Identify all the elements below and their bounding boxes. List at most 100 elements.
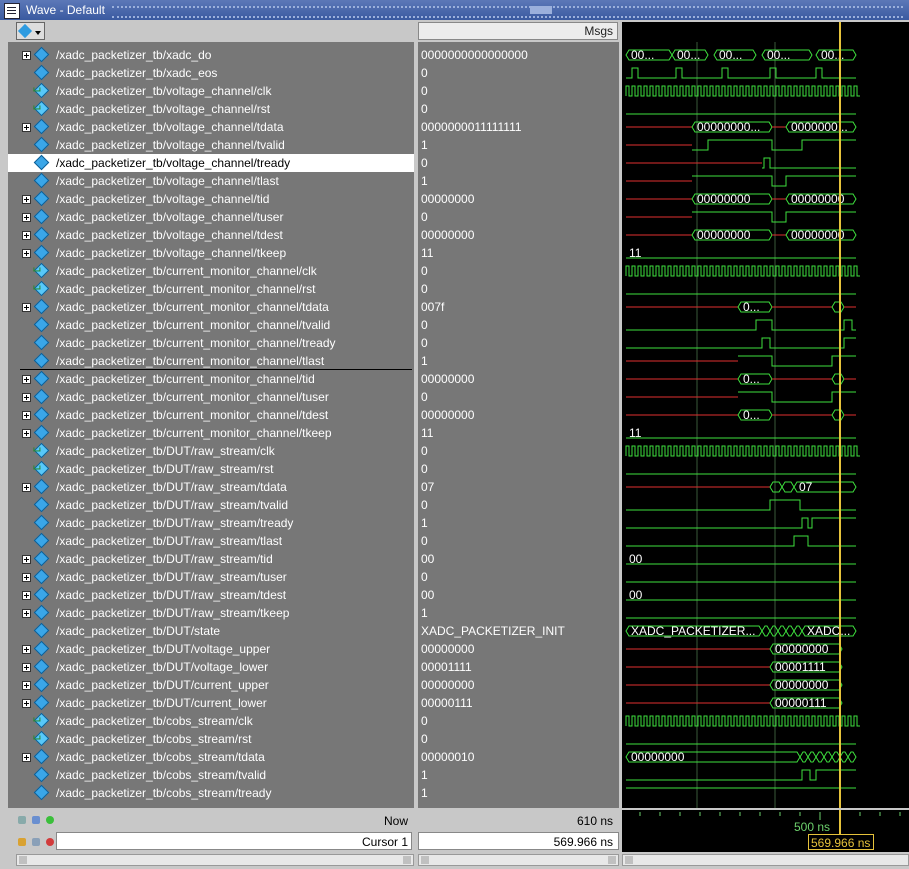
expand-icon[interactable] — [22, 681, 31, 690]
signal-value[interactable]: 0 — [418, 532, 619, 550]
expand-icon[interactable] — [22, 51, 31, 60]
expand-icon[interactable] — [22, 483, 31, 492]
signal-value[interactable]: 07 — [418, 478, 619, 496]
signal-row[interactable]: /xadc_packetizer_tb/DUT/voltage_upper — [8, 640, 414, 658]
scroll-left-icon[interactable] — [625, 856, 633, 864]
remove-cursor-icon[interactable] — [46, 838, 54, 846]
values-column-header[interactable]: Msgs — [418, 22, 618, 40]
expand-icon[interactable] — [22, 123, 31, 132]
signal-value[interactable]: 0 — [418, 496, 619, 514]
expand-icon[interactable] — [22, 411, 31, 420]
signal-row[interactable]: /xadc_packetizer_tb/current_monitor_chan… — [8, 262, 414, 280]
signal-row[interactable]: /xadc_packetizer_tb/DUT/raw_stream/tkeep — [8, 604, 414, 622]
zoom-icon[interactable] — [18, 816, 26, 824]
signal-row[interactable]: /xadc_packetizer_tb/DUT/state — [8, 622, 414, 640]
signal-row[interactable]: /xadc_packetizer_tb/xadc_eos — [8, 64, 414, 82]
time-ruler[interactable]: 500 ns 569.966 ns — [622, 810, 909, 852]
expand-icon[interactable] — [22, 555, 31, 564]
signal-value[interactable]: 11 — [418, 244, 619, 262]
signal-value[interactable]: 0 — [418, 442, 619, 460]
signal-row[interactable]: /xadc_packetizer_tb/current_monitor_chan… — [8, 424, 414, 442]
signal-row[interactable]: /xadc_packetizer_tb/current_monitor_chan… — [8, 334, 414, 352]
lock-icon[interactable] — [18, 838, 26, 846]
signal-value[interactable]: 1 — [418, 514, 619, 532]
edit-icon[interactable] — [32, 816, 40, 824]
signal-row[interactable]: /xadc_packetizer_tb/DUT/raw_stream/tread… — [8, 514, 414, 532]
signal-row[interactable]: /xadc_packetizer_tb/xadc_do — [8, 46, 414, 64]
signal-row[interactable]: /xadc_packetizer_tb/DUT/raw_stream/clk — [8, 442, 414, 460]
signal-value[interactable]: 0 — [418, 568, 619, 586]
signal-value[interactable]: 1 — [418, 352, 619, 370]
signal-row[interactable]: /xadc_packetizer_tb/voltage_channel/tid — [8, 190, 414, 208]
wave-scrollbar[interactable] — [622, 854, 909, 866]
signal-row[interactable]: /xadc_packetizer_tb/cobs_stream/rst — [8, 730, 414, 748]
signal-value[interactable]: 0 — [418, 82, 619, 100]
signal-row[interactable]: /xadc_packetizer_tb/DUT/current_lower — [8, 694, 414, 712]
expand-icon[interactable] — [22, 699, 31, 708]
add-cursor-icon[interactable] — [46, 816, 54, 824]
signal-value[interactable]: 00000000 — [418, 640, 619, 658]
signal-row[interactable]: /xadc_packetizer_tb/voltage_channel/clk — [8, 82, 414, 100]
waveform-pane[interactable]: 00... 00... 00... 00... 00... 00000000... 0000… — [622, 22, 909, 808]
signal-value[interactable]: 00 — [418, 586, 619, 604]
signal-value[interactable]: 1 — [418, 604, 619, 622]
signal-value[interactable]: 0000000000000000 — [418, 46, 619, 64]
signal-row[interactable]: /xadc_packetizer_tb/voltage_channel/tkee… — [8, 244, 414, 262]
signal-row[interactable]: /xadc_packetizer_tb/current_monitor_chan… — [8, 370, 414, 388]
signal-value[interactable]: 00000000 — [418, 676, 619, 694]
signal-row[interactable]: /xadc_packetizer_tb/current_monitor_chan… — [8, 280, 414, 298]
signal-row[interactable]: /xadc_packetizer_tb/voltage_channel/tval… — [8, 136, 414, 154]
signal-row[interactable]: /xadc_packetizer_tb/cobs_stream/tready — [8, 784, 414, 802]
expand-icon[interactable] — [22, 195, 31, 204]
signal-row[interactable]: /xadc_packetizer_tb/voltage_channel/tdat… — [8, 118, 414, 136]
values-scrollbar[interactable] — [418, 854, 619, 866]
signal-row[interactable]: /xadc_packetizer_tb/current_monitor_chan… — [8, 316, 414, 334]
signal-value[interactable]: 0 — [418, 262, 619, 280]
signal-value[interactable]: 00000111 — [418, 694, 619, 712]
wave-tools-dropdown-button[interactable] — [16, 22, 45, 40]
expand-icon[interactable] — [22, 249, 31, 258]
expand-icon[interactable] — [22, 753, 31, 762]
signal-row[interactable]: /xadc_packetizer_tb/cobs_stream/tdata — [8, 748, 414, 766]
signal-value[interactable]: 0 — [418, 730, 619, 748]
signal-row[interactable]: /xadc_packetizer_tb/voltage_channel/tdes… — [8, 226, 414, 244]
title-bar[interactable]: Wave - Default — [0, 0, 909, 20]
signal-value[interactable]: 00000000 — [418, 370, 619, 388]
scroll-left-icon[interactable] — [421, 856, 429, 864]
signal-value[interactable]: 0 — [418, 316, 619, 334]
scroll-left-icon[interactable] — [19, 856, 27, 864]
signal-row[interactable]: /xadc_packetizer_tb/cobs_stream/tvalid — [8, 766, 414, 784]
signal-value[interactable]: 00000010 — [418, 748, 619, 766]
expand-icon[interactable] — [22, 375, 31, 384]
signal-value[interactable]: 00 — [418, 550, 619, 568]
signal-value[interactable]: 0 — [418, 712, 619, 730]
expand-icon[interactable] — [22, 591, 31, 600]
drag-handle-icon[interactable] — [530, 6, 552, 14]
signal-row[interactable]: /xadc_packetizer_tb/cobs_stream/clk — [8, 712, 414, 730]
signal-row[interactable]: /xadc_packetizer_tb/DUT/raw_stream/tid — [8, 550, 414, 568]
signal-row[interactable]: /xadc_packetizer_tb/current_monitor_chan… — [8, 352, 414, 370]
cursor-name-field[interactable] — [56, 832, 412, 850]
signal-value[interactable]: 0 — [418, 64, 619, 82]
signal-row[interactable]: /xadc_packetizer_tb/DUT/raw_stream/tlast — [8, 532, 414, 550]
signal-value[interactable]: 1 — [418, 136, 619, 154]
expand-icon[interactable] — [22, 573, 31, 582]
signal-row[interactable]: /xadc_packetizer_tb/DUT/raw_stream/tdata — [8, 478, 414, 496]
signal-value[interactable]: 00000000 — [418, 406, 619, 424]
signal-value[interactable]: 00001111 — [418, 658, 619, 676]
expand-icon[interactable] — [22, 231, 31, 240]
signal-value[interactable]: 0 — [418, 280, 619, 298]
signal-value[interactable]: 1 — [418, 784, 619, 802]
signal-row[interactable]: /xadc_packetizer_tb/current_monitor_chan… — [8, 406, 414, 424]
scroll-right-icon[interactable] — [403, 856, 411, 864]
expand-icon[interactable] — [22, 663, 31, 672]
expand-icon[interactable] — [22, 609, 31, 618]
expand-icon[interactable] — [22, 213, 31, 222]
signal-value[interactable]: 0 — [418, 460, 619, 478]
signal-row[interactable]: /xadc_packetizer_tb/DUT/voltage_lower — [8, 658, 414, 676]
signal-row[interactable]: /xadc_packetizer_tb/DUT/raw_stream/tdest — [8, 586, 414, 604]
pencil-icon[interactable] — [32, 838, 40, 846]
signal-value[interactable]: 0 — [418, 154, 619, 172]
expand-icon[interactable] — [22, 393, 31, 402]
signal-row[interactable]: /xadc_packetizer_tb/current_monitor_chan… — [8, 298, 414, 316]
